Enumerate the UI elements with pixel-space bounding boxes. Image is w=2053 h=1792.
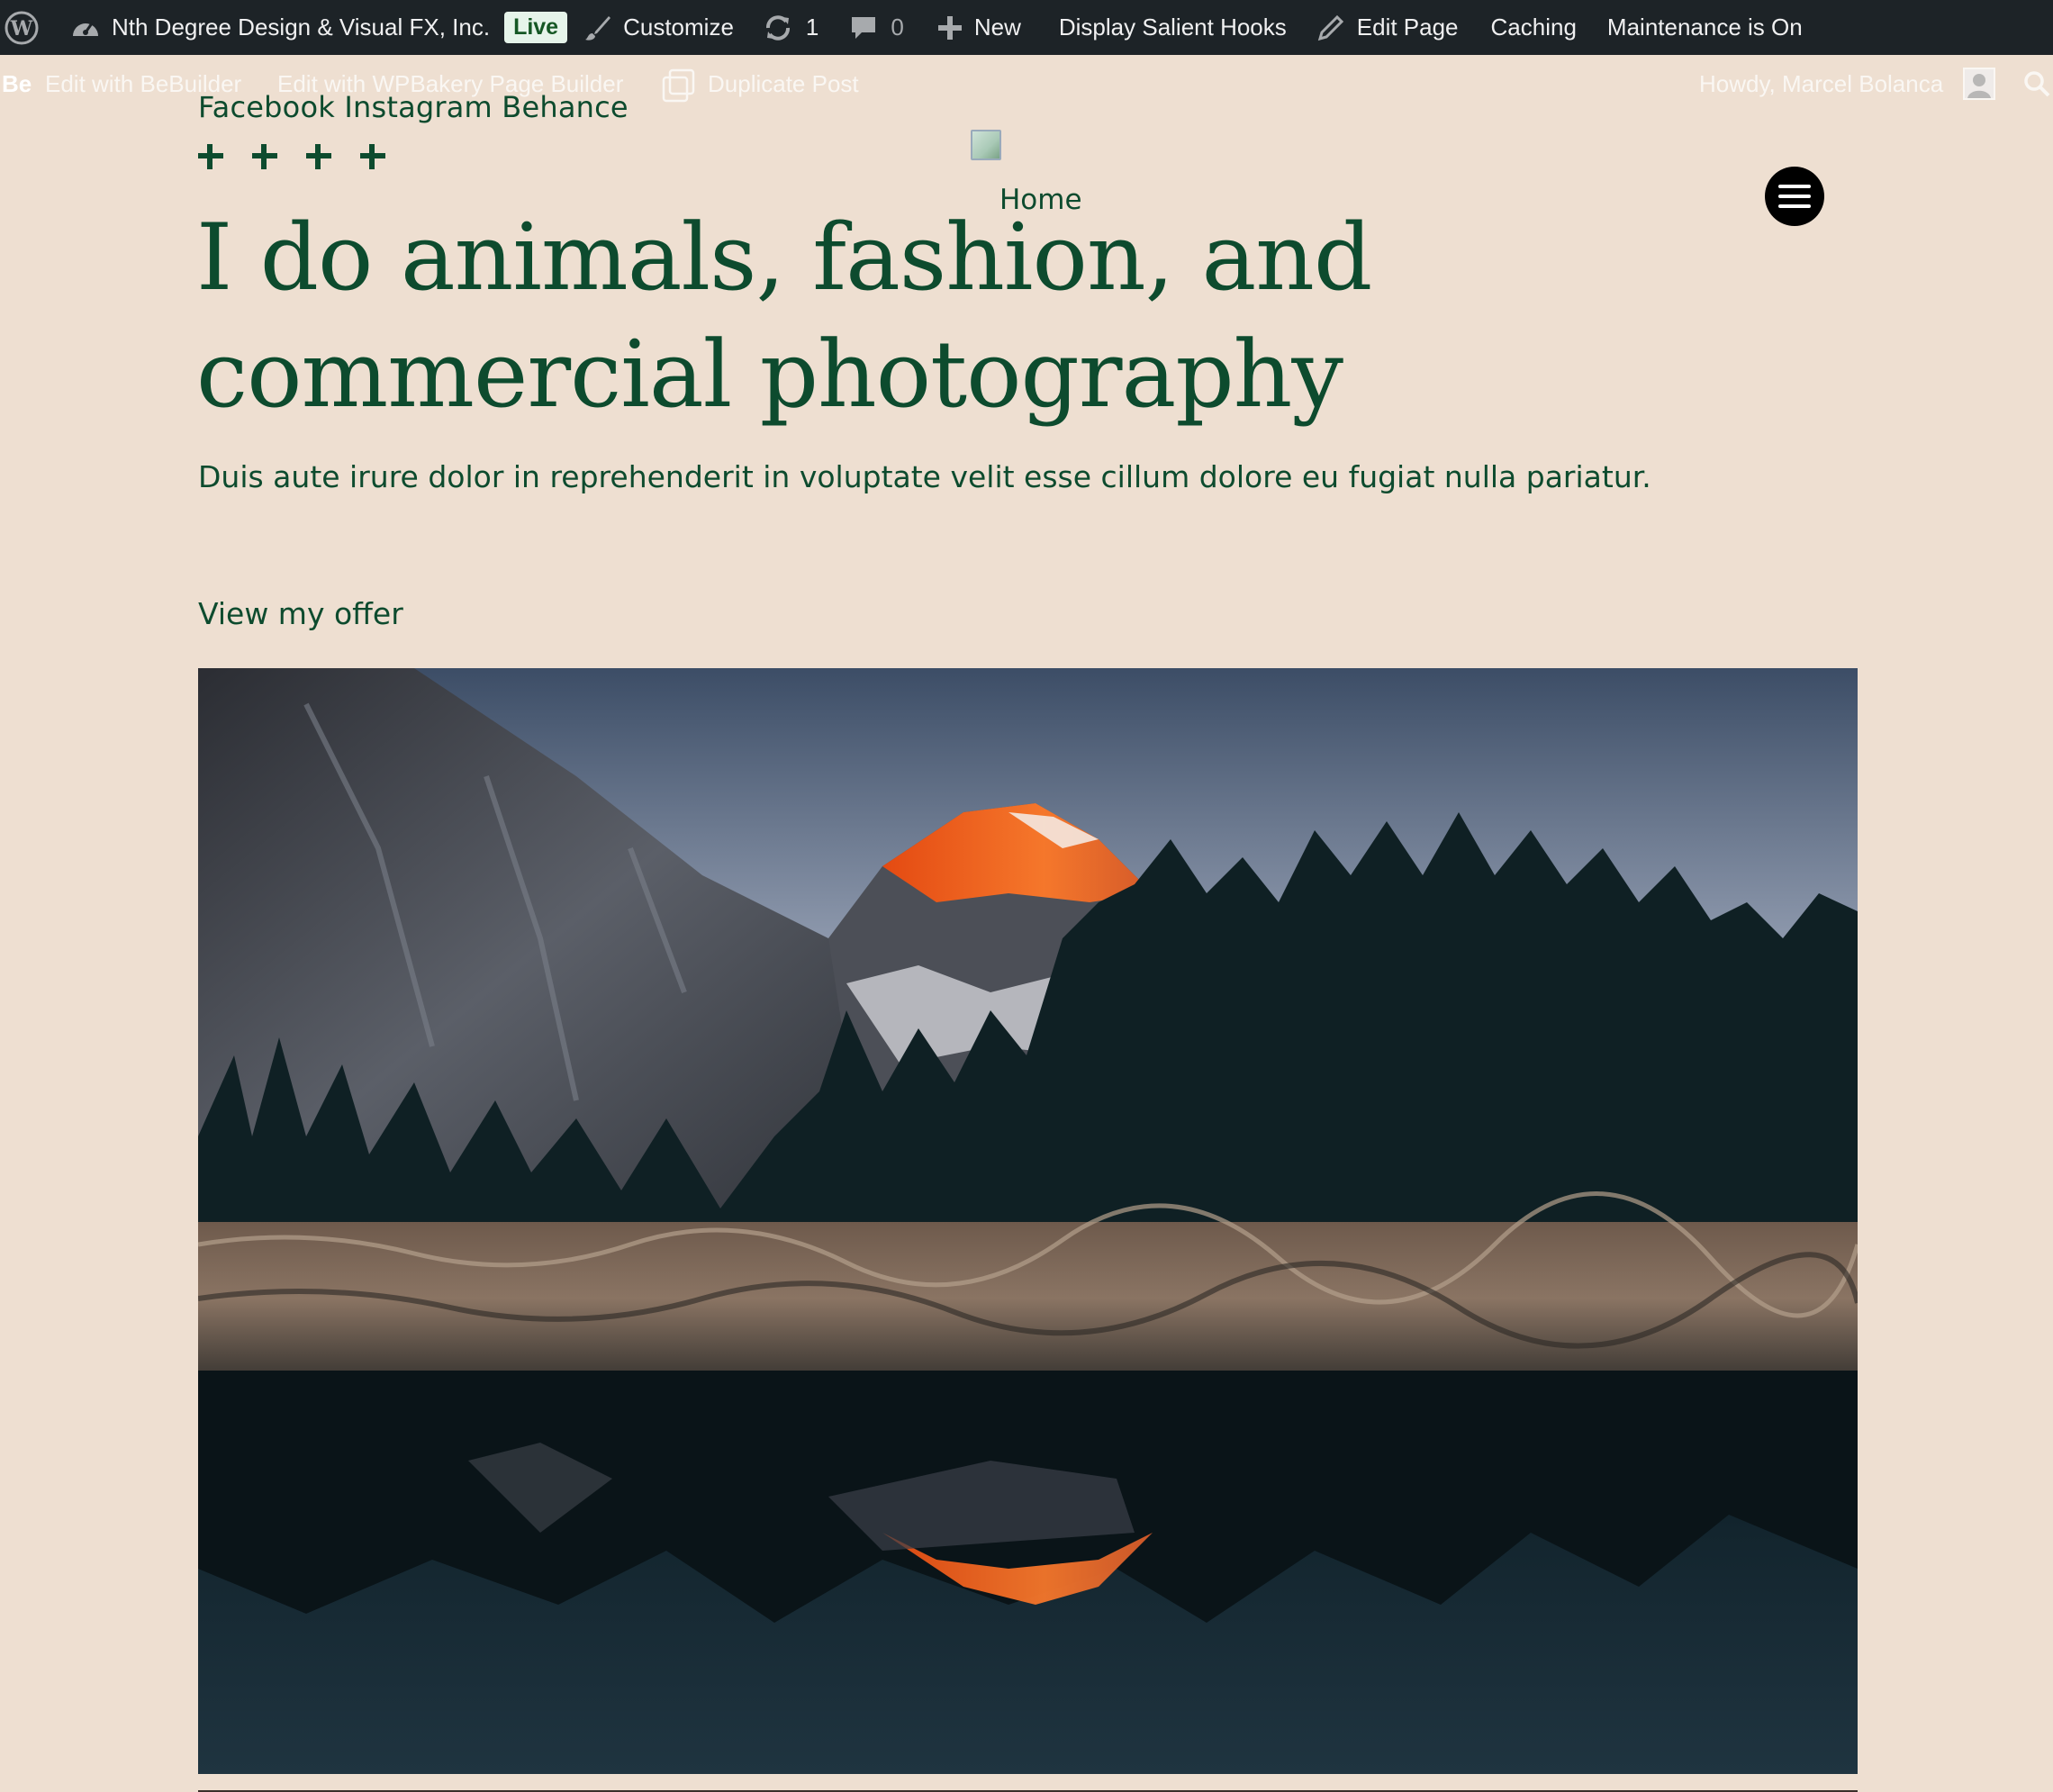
live-badge: Live — [504, 12, 568, 43]
site-name-menu[interactable]: Nth Degree Design & Visual FX, Inc. Live — [70, 0, 568, 55]
salient-hooks-label: Display Salient Hooks — [1058, 14, 1287, 41]
view-offer-link[interactable]: View my offer — [198, 596, 403, 631]
plus-icon — [936, 14, 963, 41]
maintenance-label: Maintenance is On — [1606, 14, 1803, 41]
wp-admin-bar: W Nth Degree Design & Visual FX, Inc. Li… — [0, 0, 2053, 55]
plus-icon — [250, 142, 279, 171]
duplicate-post-icon — [661, 68, 697, 109]
comment-bubble-icon — [849, 14, 878, 42]
updates-link[interactable]: 1 — [763, 0, 818, 55]
hero-title: I do animals, fashion, and commercial ph… — [196, 204, 1372, 429]
comments-link[interactable]: 0 — [849, 0, 904, 55]
updates-count: 1 — [805, 14, 819, 41]
duplicate-post-link[interactable]: Duplicate Post — [708, 70, 859, 98]
comments-count: 0 — [891, 14, 904, 41]
plus-icon — [196, 142, 225, 171]
broken-logo-image[interactable] — [971, 130, 1001, 160]
hamburger-line — [1778, 204, 1811, 208]
site-name: Nth Degree Design & Visual FX, Inc. — [112, 14, 491, 41]
be-logo[interactable]: Be — [2, 70, 32, 98]
hamburger-line — [1778, 195, 1811, 198]
new-label: New — [973, 14, 1021, 41]
hero-landscape-photo — [198, 668, 1858, 1774]
search-icon[interactable] — [2022, 69, 2051, 104]
paintbrush-icon — [583, 14, 612, 42]
maintenance-status[interactable]: Maintenance is On — [1607, 0, 1803, 55]
customize-label: Customize — [623, 14, 734, 41]
caching-label: Caching — [1490, 14, 1577, 41]
hero-subtitle: Duis aute irure dolor in reprehenderit i… — [198, 459, 1651, 494]
caching-menu[interactable]: Caching — [1491, 0, 1577, 55]
user-avatar[interactable] — [1963, 68, 1995, 106]
pencil-icon — [1317, 14, 1344, 41]
customize-link[interactable]: Customize — [583, 0, 734, 55]
plus-icon — [358, 142, 387, 171]
dashboard-gauge-icon — [70, 14, 101, 41]
refresh-icon — [763, 13, 793, 43]
new-content-menu[interactable]: New — [936, 0, 1021, 55]
howdy-user[interactable]: Howdy, Marcel Bolanca — [1699, 70, 1943, 98]
salient-hooks-link[interactable]: Display Salient Hooks — [1059, 0, 1287, 55]
decorative-plus-row — [196, 142, 387, 171]
edit-page-link[interactable]: Edit Page — [1317, 0, 1459, 55]
edit-page-label: Edit Page — [1356, 14, 1459, 41]
social-links[interactable]: Facebook Instagram Behance — [198, 90, 629, 124]
plus-icon — [304, 142, 333, 171]
wordpress-icon: W — [4, 10, 40, 46]
hamburger-line — [1778, 185, 1811, 188]
wordpress-logo-menu[interactable]: W — [4, 0, 40, 55]
svg-text:W: W — [10, 17, 33, 41]
